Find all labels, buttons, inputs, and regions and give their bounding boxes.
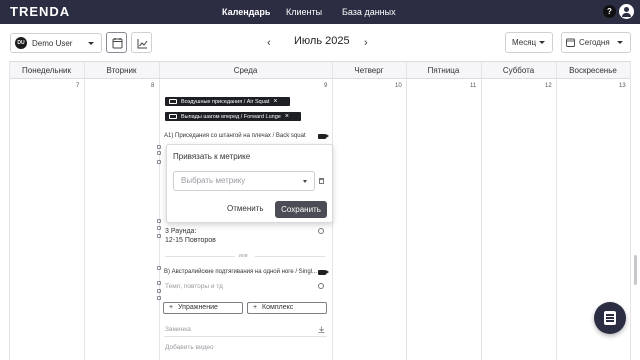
rounds-text: 3 Раунда: — [165, 228, 197, 235]
video-icon[interactable] — [318, 134, 329, 139]
calendar-small-icon — [566, 38, 575, 47]
exercise-chip[interactable]: Воздушные приседания / Air Squat × — [165, 97, 290, 106]
timer-icon[interactable] — [318, 228, 324, 234]
close-icon[interactable]: × — [273, 98, 277, 105]
link-metric-popup: Привязать к метрике Выбрать метрику Отме… — [166, 144, 333, 223]
add-video-field[interactable]: Добавить видео — [165, 344, 214, 351]
nav-calendar[interactable]: Календарь — [222, 0, 270, 24]
nav-database[interactable]: База данных — [342, 0, 396, 24]
user-select[interactable]: DU Demo User — [10, 33, 102, 53]
reps-text: 12-15 Повторов — [165, 237, 216, 244]
drag-handle-icon[interactable] — [157, 234, 161, 238]
day-header-saturday: Суббота — [502, 66, 535, 75]
add-exercise-button[interactable]: + Упражнение — [163, 302, 243, 314]
date-number: 7 — [76, 83, 80, 89]
grid-divider — [9, 61, 10, 360]
next-month-icon[interactable]: › — [364, 37, 368, 49]
day-header-friday: Пятница — [427, 66, 460, 75]
document-icon — [604, 311, 616, 325]
drag-handle-icon[interactable] — [157, 219, 161, 223]
app-logo[interactable]: TRENDA — [10, 4, 70, 19]
chip-label: Выпады шагом вперед / Forward Lunge — [181, 113, 281, 120]
user-initials-badge: DU — [15, 37, 27, 49]
top-navbar: TRENDA Календарь Клиенты База данных ? — [0, 0, 640, 24]
date-number: 8 — [151, 83, 155, 89]
chevron-down-icon — [303, 180, 307, 183]
drag-handle-icon[interactable] — [157, 145, 161, 149]
view-mode-select[interactable]: Месяц — [505, 32, 553, 53]
plus-icon: + — [253, 304, 258, 311]
metric-select-placeholder: Выбрать метрику — [181, 176, 246, 185]
month-title: Июль 2025 — [294, 35, 350, 47]
grid-divider — [159, 61, 160, 360]
chart-view-button[interactable] — [131, 32, 152, 53]
close-icon[interactable]: × — [285, 113, 289, 120]
date-number: 9 — [324, 83, 328, 89]
line-chart-icon — [137, 39, 148, 49]
day-header-monday: Понедельник — [22, 66, 71, 75]
or-separator: или — [239, 253, 248, 259]
exercise-b[interactable]: B) Австралийские подтягивания на одной н… — [164, 269, 317, 275]
exercise-chip[interactable]: Выпады шагом вперед / Forward Lunge × — [165, 112, 301, 121]
video-icon — [169, 114, 177, 119]
prev-month-icon[interactable]: ‹ — [267, 37, 271, 49]
grid-divider — [481, 61, 482, 360]
grid-divider — [406, 61, 407, 360]
today-select[interactable]: Сегодня — [561, 32, 631, 53]
chevron-down-icon — [617, 41, 623, 44]
trash-icon[interactable] — [319, 178, 324, 184]
drag-handle-icon[interactable] — [157, 266, 161, 270]
cooldown-field[interactable]: Заминка — [165, 326, 191, 333]
user-avatar-icon[interactable] — [619, 4, 634, 19]
drag-handle-icon[interactable] — [157, 281, 161, 285]
day-header-tuesday: Вторник — [106, 66, 137, 75]
date-number: 11 — [470, 83, 477, 89]
download-icon[interactable] — [318, 326, 325, 333]
grid-divider — [84, 61, 85, 360]
video-icon — [169, 99, 177, 104]
date-number: 13 — [619, 83, 626, 89]
add-exercise-label: Упражнение — [178, 304, 218, 311]
video-icon[interactable] — [318, 270, 329, 275]
add-complex-button[interactable]: + Комплекс — [247, 302, 327, 314]
plus-icon: + — [169, 304, 174, 311]
calendar-view-button[interactable] — [106, 32, 127, 53]
drag-handle-icon[interactable] — [157, 160, 161, 164]
timer-icon[interactable] — [318, 283, 324, 289]
divider — [165, 256, 235, 257]
cancel-button[interactable]: Отменить — [227, 204, 264, 213]
day-header-wednesday: Среда — [233, 66, 258, 75]
drag-handle-icon[interactable] — [157, 296, 161, 300]
drag-handle-icon[interactable] — [157, 289, 161, 293]
help-icon[interactable]: ? — [603, 5, 616, 18]
metric-select[interactable]: Выбрать метрику — [173, 171, 315, 191]
month-navigator: ‹ Июль 2025 › — [263, 33, 378, 51]
chevron-down-icon — [539, 41, 545, 44]
scrollbar[interactable] — [634, 255, 637, 285]
date-number: 10 — [395, 83, 402, 89]
grid-divider — [630, 61, 631, 360]
calendar-icon — [112, 38, 123, 49]
tempo-input[interactable]: Темп, повторы и тд — [165, 283, 223, 290]
nav-clients[interactable]: Клиенты — [286, 0, 322, 24]
popup-title: Привязать к метрике — [173, 152, 251, 161]
divider — [164, 336, 327, 337]
add-complex-label: Комплекс — [262, 304, 294, 311]
view-mode-label: Месяц — [512, 38, 537, 47]
day-header-thursday: Четверг — [354, 66, 384, 75]
save-button[interactable]: Сохранить — [275, 201, 327, 218]
drag-handle-icon[interactable] — [157, 151, 161, 155]
drag-handle-icon[interactable] — [157, 226, 161, 230]
notes-fab-button[interactable] — [594, 302, 626, 334]
today-label: Сегодня — [579, 38, 610, 47]
exercise-a1[interactable]: A1) Приседания со штангой на плечах / Ba… — [164, 133, 306, 139]
chip-label: Воздушные приседания / Air Squat — [181, 98, 270, 105]
date-number: 12 — [545, 83, 552, 89]
divider — [255, 256, 325, 257]
user-name: Demo User — [32, 38, 73, 48]
day-header-sunday: Воскресенье — [569, 66, 617, 75]
grid-divider — [556, 61, 557, 360]
chevron-down-icon — [88, 42, 94, 45]
